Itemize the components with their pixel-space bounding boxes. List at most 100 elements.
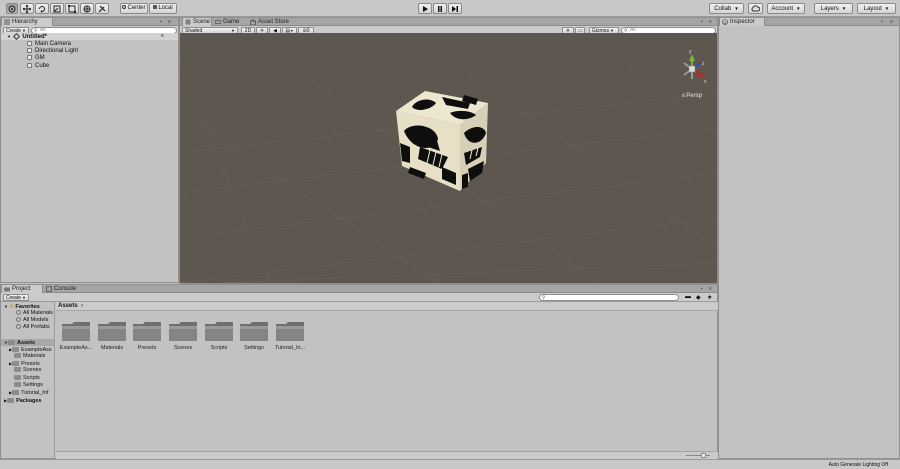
rect-tool-button[interactable] [65, 3, 79, 14]
folder-icon [133, 322, 161, 341]
item-label: GM [35, 55, 45, 62]
hand-tool-button[interactable] [6, 3, 18, 14]
slider-handle[interactable] [701, 453, 706, 458]
project-toolbar: Create▼ ⚲ ▬ ◆ ★ [1, 293, 717, 302]
scene-tabbar: Scene Game Asset Store ▪ ≡ [180, 18, 717, 26]
tab-asset-store[interactable]: Asset Store [248, 18, 298, 26]
tab-console[interactable]: Console [44, 285, 80, 293]
project-tab-label: Project [12, 286, 31, 292]
collab-dropdown[interactable]: Collab ▼ [709, 3, 744, 14]
hierarchy-tab-label: Hierarchy [12, 19, 38, 25]
icon-size-slider[interactable] [686, 455, 710, 456]
tab-inspector[interactable]: Inspector [719, 18, 765, 26]
gizmo-x-label: x [704, 79, 707, 85]
perspective-label[interactable]: ≤Persp [682, 93, 703, 99]
panel-menu-icon[interactable]: ≡ [709, 286, 712, 292]
create-label: Create [6, 295, 22, 301]
lock-icon[interactable]: ▪ [701, 286, 703, 292]
favorite-item[interactable]: All Materials [16, 310, 53, 317]
asset-folder[interactable]: Tutorial_In... [267, 317, 313, 357]
assets-breadcrumb: Assets › [56, 302, 718, 311]
packages-label: Packages [16, 398, 42, 404]
asset-store-tab-label: Asset Store [258, 19, 290, 25]
folder-icon [14, 375, 21, 381]
scale-tool-button[interactable] [50, 3, 64, 14]
tree-folder-item[interactable]: ▶ Tutorial_Inf [9, 389, 48, 396]
breadcrumb-assets[interactable]: Assets [58, 303, 78, 309]
transform-icon [83, 5, 91, 13]
filter-by-label-icon[interactable]: ◆ [696, 294, 701, 301]
orientation-gizmo[interactable]: y z x [683, 49, 707, 85]
panel-menu-icon[interactable]: ≡ [709, 19, 712, 25]
lock-icon[interactable]: ▪ [881, 19, 883, 25]
favorite-star-icon[interactable]: ★ [707, 294, 712, 301]
search-icon [16, 324, 21, 330]
scene-viewport[interactable]: y z x ≤Persp [180, 33, 717, 283]
item-label: Main Camera [35, 41, 72, 48]
scene-name: Untitled* [22, 34, 47, 40]
folder-icon [169, 322, 197, 341]
custom-tool-button[interactable] [95, 3, 109, 14]
panel-menu-icon[interactable]: ≡ [890, 19, 893, 25]
step-button[interactable] [448, 3, 462, 14]
folder-icon [14, 367, 21, 373]
cloud-button[interactable] [748, 3, 763, 14]
tree-folder-item[interactable]: Settings [14, 382, 43, 389]
hierarchy-item[interactable]: Cube [27, 63, 49, 70]
rotate-tool-button[interactable] [35, 3, 49, 14]
space-local-toggle[interactable]: Local [149, 3, 177, 14]
tree-folder-item[interactable]: ▶ Presets [9, 360, 40, 367]
pivot-center-toggle[interactable]: Center [120, 3, 148, 14]
layout-dropdown[interactable]: Layout ▼ [857, 3, 896, 14]
info-icon [722, 19, 728, 25]
lock-icon[interactable]: ▪ [701, 19, 703, 25]
folder-icon [12, 390, 20, 396]
account-dropdown[interactable]: Account ▼ [767, 3, 805, 14]
hierarchy-list-icon [4, 19, 10, 25]
gameobject-icon [27, 48, 32, 53]
inspector-tabbar: Inspector ▪ ≡ [719, 18, 899, 26]
step-icon [452, 6, 458, 12]
panel-menu-icon[interactable]: ≡ [168, 19, 171, 25]
layers-dropdown[interactable]: Layers ▼ [814, 3, 853, 14]
create-dropdown[interactable]: Create▼ [3, 294, 29, 301]
tab-game[interactable]: Game [213, 18, 247, 26]
filter-by-type-icon[interactable]: ▬ [685, 294, 691, 300]
scene-root-row[interactable]: ▼ Untitled* ≡ [1, 32, 178, 40]
tree-folder-item[interactable]: Scripts [14, 375, 40, 382]
item-label: Directional Light [35, 48, 79, 55]
cube-object [396, 91, 488, 191]
transform-tool-button[interactable] [80, 3, 94, 14]
hierarchy-item[interactable]: Directional Light [27, 48, 78, 55]
space-label: Local [158, 5, 173, 11]
play-button[interactable] [418, 3, 432, 14]
tab-scene[interactable]: Scene [182, 18, 212, 26]
favorite-item[interactable]: All Prefabs [16, 324, 50, 331]
tree-folder-item[interactable]: ▶ ExampleAss [9, 346, 52, 353]
tab-project[interactable]: Project [1, 285, 43, 293]
tree-folder-item[interactable]: Scenes [14, 367, 41, 374]
tab-hierarchy[interactable]: Hierarchy [1, 18, 53, 26]
favorite-item[interactable]: All Models [16, 317, 48, 324]
project-panel: Project Console ▪ ≡ Create▼ ⚲ ▬ ◆ ★ ▼★Fa… [0, 284, 718, 459]
pause-button[interactable] [433, 3, 447, 14]
pivot-label: Center [127, 5, 146, 11]
hierarchy-item[interactable]: Main Camera [27, 41, 71, 48]
move-tool-button[interactable] [20, 3, 34, 14]
rect-transform-icon [68, 5, 76, 13]
folder-icon [14, 353, 21, 359]
packages-row[interactable]: ▶ Packages [1, 397, 41, 404]
lighting-status-text[interactable]: Auto Generate Lighting Off [829, 462, 888, 468]
hierarchy-item[interactable]: GM [27, 55, 45, 62]
lock-icon[interactable]: ▪ [160, 19, 162, 25]
tree-folder-item[interactable]: Materials [14, 353, 45, 360]
project-search-input[interactable]: ⚲ [539, 294, 679, 301]
project-footer [56, 451, 718, 459]
hierarchy-panel: Hierarchy ▪ ≡ Create▼ ⚲ All ▼ Untitled* … [0, 17, 179, 283]
assets-root-row[interactable]: ▼ Assets [1, 339, 54, 346]
scene-menu-icon[interactable]: ≡ [161, 33, 164, 40]
favorites-header[interactable]: ▼★Favorites [4, 303, 40, 310]
asset-label: Tutorial_In... [274, 345, 306, 351]
project-tabbar: Project Console ▪ ≡ [1, 285, 717, 293]
shopping-bag-icon [250, 19, 256, 25]
